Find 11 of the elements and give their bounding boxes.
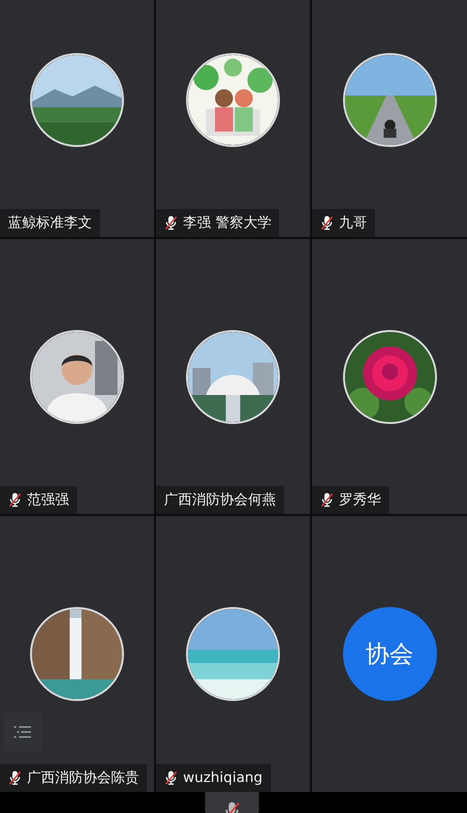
list-icon — [13, 724, 33, 740]
participant-name-label: 九哥 — [312, 209, 375, 237]
participant-name-label: 广西消防协会陈贵 — [0, 764, 147, 792]
participant-name-label: wuzhiqiang — [156, 764, 271, 792]
participant-name-label: 李强 警察大学 — [156, 209, 280, 237]
list-menu-button[interactable] — [4, 712, 42, 752]
participant-name-label: 蓝鲸标准李文 — [0, 209, 100, 237]
participant-name-label: 广西消防协会何燕 — [156, 486, 284, 514]
participant-name-label: 范强强 — [0, 486, 77, 514]
participant-name-label: 罗秀华 — [312, 486, 389, 514]
avatar-initials: 协会 — [342, 607, 436, 701]
